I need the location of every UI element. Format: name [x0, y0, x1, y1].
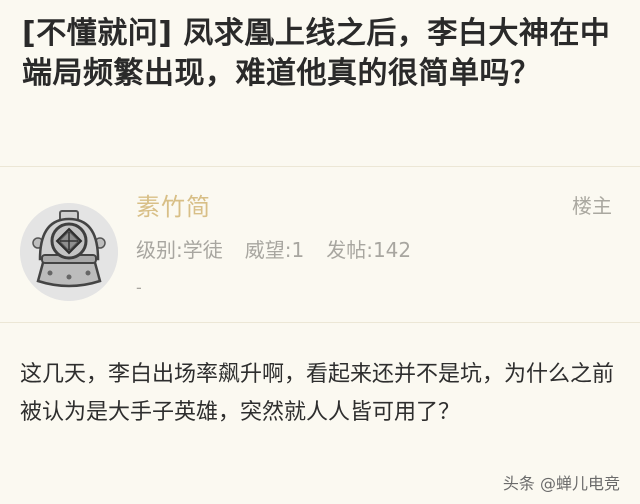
author-post-count: 发帖:142 — [326, 238, 412, 262]
forum-post-page: [不懂就问] 凤求凰上线之后，李白大神在中端局频繁出现，难道他真的很简单吗？ 素… — [0, 0, 640, 504]
thread-title: [不懂就问] 凤求凰上线之后，李白大神在中端局频繁出现，难道他真的很简单吗？ — [22, 16, 611, 91]
avatar[interactable] — [20, 203, 118, 301]
author-signature: - — [136, 278, 142, 297]
floor-badge: 楼主 — [572, 194, 612, 218]
author-meta: 级别:学徒 威望:1 发帖:142 — [136, 234, 411, 266]
diver-helmet-icon — [20, 203, 118, 301]
author-reputation: 威望:1 — [244, 238, 305, 262]
post-header-divider — [0, 322, 640, 323]
title-divider — [0, 166, 640, 167]
watermark: 头条 @蝉儿电竞 — [502, 474, 620, 493]
author-name[interactable]: 素竹简 — [136, 190, 211, 224]
post-content: 这几天，李白出场率飙升啊，看起来还并不是坑，为什么之前被认为是大手子英雄，突然就… — [20, 362, 615, 425]
author-level: 级别:学徒 — [136, 238, 223, 262]
